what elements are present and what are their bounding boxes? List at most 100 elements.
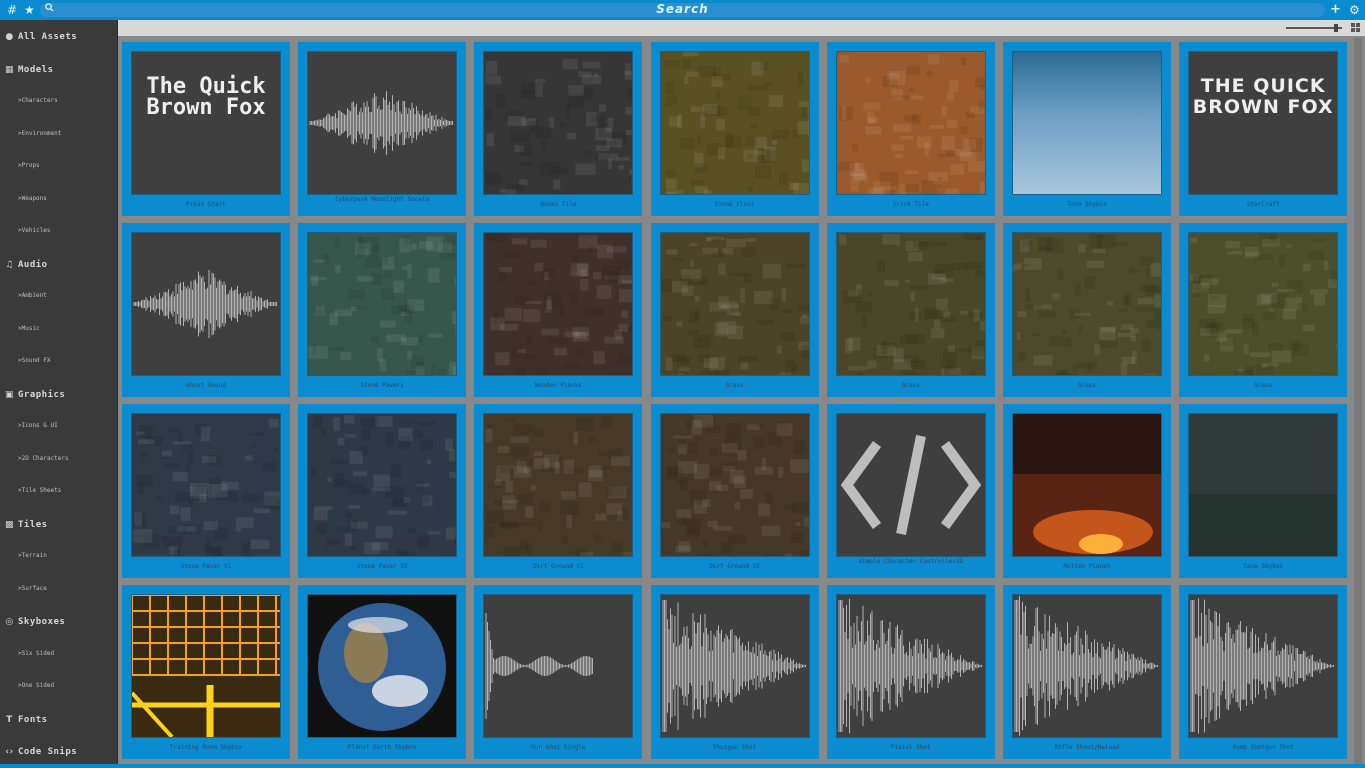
texture-speckle: [665, 169, 676, 178]
asset-card[interactable]: Stone Pavers: [298, 223, 467, 397]
texture-speckle: [768, 94, 783, 107]
texture-speckle: [784, 360, 794, 375]
texture-speckle: [526, 542, 533, 555]
sidebar-item-icons-ui[interactable]: >Icons & UI: [18, 422, 58, 429]
texture-speckle: [946, 91, 955, 101]
grid-view-icon[interactable]: [1351, 23, 1361, 33]
asset-card[interactable]: Dirt Ground V1: [474, 404, 643, 578]
texture-speckle: [593, 272, 602, 280]
sidebar-item-one-sided[interactable]: >One Sided: [18, 682, 54, 689]
sidebar-category-graphics[interactable]: ▣ Graphics: [4, 390, 65, 400]
sidebar-item-tile-sheets[interactable]: >Tile Sheets: [18, 487, 61, 494]
asset-card[interactable]: Bones Tile: [474, 42, 643, 216]
asset-card[interactable]: Toon Skybox: [1003, 42, 1171, 216]
texture-speckle: [406, 370, 417, 375]
sidebar-item-props[interactable]: >Props: [18, 162, 40, 169]
texture-speckle: [979, 181, 985, 194]
texture-speckle: [904, 184, 919, 193]
texture-speckle: [941, 135, 955, 151]
texture-speckle: [608, 448, 624, 459]
texture-speckle: [344, 415, 355, 424]
search-bar[interactable]: Search: [40, 2, 1325, 17]
asset-card[interactable]: Dirt Ground V2: [650, 404, 819, 578]
asset-card[interactable]: Brick Tile: [826, 42, 995, 216]
texture-speckle: [906, 66, 920, 75]
texture-speckle: [859, 180, 867, 184]
asset-card[interactable]: Wooden Planks: [474, 223, 643, 397]
sidebar-category-code-snips[interactable]: ‹› Code Snips: [4, 747, 77, 757]
asset-card[interactable]: Grass: [1003, 223, 1171, 397]
texture-speckle: [856, 372, 863, 375]
texture-speckle: [693, 464, 709, 479]
texture-speckle: [683, 77, 689, 85]
asset-card[interactable]: Ghost Sound: [122, 223, 290, 397]
sidebar-category-models[interactable]: ▦ Models: [4, 65, 54, 75]
code-bracket-right: [940, 441, 981, 529]
texture-speckle: [782, 309, 794, 314]
texture-speckle: [564, 459, 575, 474]
asset-card[interactable]: Pistol Shot: [826, 585, 995, 759]
asset-card[interactable]: Stone Paver V2: [298, 404, 467, 578]
texture-speckle: [1124, 292, 1133, 307]
plus-icon[interactable]: +: [1330, 2, 1341, 18]
asset-card[interactable]: Planet Earth Skybox: [298, 585, 467, 759]
asset-card[interactable]: Cave Skybox: [1179, 404, 1348, 578]
star-icon[interactable]: ★: [24, 2, 35, 18]
vertical-scrollbar[interactable]: [1354, 38, 1362, 764]
texture-speckle: [741, 246, 756, 258]
texture-speckle: [162, 462, 181, 468]
texture-speckle: [520, 144, 533, 157]
asset-card[interactable]: THE QUICK BROWN FOX StarCraft: [1179, 42, 1348, 216]
sidebar-item-sound-fx[interactable]: >Sound FX: [18, 357, 51, 364]
asset-card[interactable]: Cyberpunk Moonlight Sonata: [298, 42, 467, 216]
asset-card[interactable]: Stone Floor: [650, 42, 819, 216]
asset-card[interactable]: Grass: [826, 223, 995, 397]
asset-card[interactable]: Gun Shot Single: [474, 585, 643, 759]
sidebar-item-vehicles[interactable]: >Vehicles: [18, 227, 51, 234]
texture-speckle: [163, 536, 183, 548]
asset-card[interactable]: Rifle Shoot/Reload: [1003, 585, 1171, 759]
gear-icon[interactable]: ⚙: [1349, 2, 1360, 18]
texture-speckle: [863, 102, 881, 110]
texture-speckle: [519, 179, 528, 185]
texture-speckle: [563, 363, 581, 368]
asset-thumbnail: [659, 594, 810, 738]
sidebar-category-audio[interactable]: ♫ Audio: [4, 260, 48, 270]
asset-card[interactable]: Molten Planet: [1003, 404, 1171, 578]
sidebar-item-six-sided[interactable]: >Six Sided: [18, 650, 54, 657]
sidebar-category-tiles[interactable]: ▩ Tiles: [4, 520, 48, 530]
sidebar-item-weapons[interactable]: >Weapons: [18, 195, 47, 202]
sidebar-item-characters[interactable]: >Characters: [18, 97, 58, 104]
sidebar-category-fonts[interactable]: T Fonts: [4, 715, 48, 725]
asset-card[interactable]: Shotgun Shot: [650, 585, 819, 759]
asset-card[interactable]: Simple Character Controller2D: [826, 404, 995, 578]
sidebar-item-2d-characters[interactable]: >2D Characters: [18, 455, 69, 462]
asset-card[interactable]: Training Room Skybox: [122, 585, 290, 759]
zoom-slider-handle[interactable]: [1334, 24, 1338, 32]
texture-speckle: [431, 364, 437, 375]
asset-card[interactable]: Grass: [1179, 223, 1348, 397]
sidebar-item-surface[interactable]: >Surface: [18, 585, 47, 592]
asset-card[interactable]: Pump Shotgun Shot: [1179, 585, 1348, 759]
sidebar-category-all-assets[interactable]: ● All Assets: [4, 32, 77, 42]
texture-speckle: [801, 159, 809, 172]
sidebar-item-ambient[interactable]: >Ambient: [18, 292, 47, 299]
texture-speckle: [160, 535, 167, 541]
asset-card[interactable]: Grass: [650, 223, 819, 397]
sidebar-item-music[interactable]: >Music: [18, 325, 40, 332]
zoom-slider[interactable]: [1286, 24, 1342, 32]
texture-speckle: [877, 260, 886, 273]
asset-label: Stone Paver V2: [356, 563, 408, 570]
lava-core: [1079, 534, 1123, 554]
sidebar-category-skyboxes[interactable]: ◎ Skyboxes: [4, 617, 65, 627]
asset-card[interactable]: The Quick Brown Fox Press Start: [122, 42, 290, 216]
texture-speckle: [384, 270, 393, 279]
sidebar-item-environment[interactable]: >Environment: [18, 130, 61, 137]
texture-speckle: [375, 526, 393, 539]
hash-icon[interactable]: #: [7, 2, 17, 18]
asset-card[interactable]: Stone Paver V1: [122, 404, 290, 578]
texture-speckle: [910, 95, 923, 100]
texture-speckle: [418, 421, 436, 426]
texture-speckle: [516, 367, 526, 375]
sidebar-item-terrain[interactable]: >Terrain: [18, 552, 47, 559]
